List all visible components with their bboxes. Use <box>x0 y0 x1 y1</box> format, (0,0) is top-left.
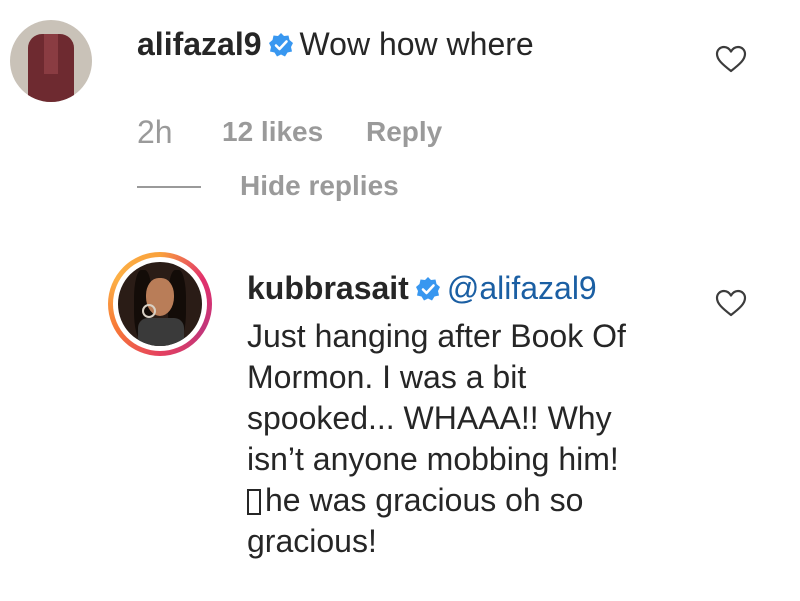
reply-line-text: he was gracious oh so <box>265 482 584 518</box>
heart-icon[interactable] <box>714 288 748 318</box>
replies-divider <box>137 186 201 188</box>
avatar-kubbrasait[interactable] <box>118 262 202 346</box>
avatar-alifazal9[interactable] <box>10 20 92 102</box>
comment-row: alifazal9 Wow how where <box>137 28 534 63</box>
verified-badge-icon <box>415 275 441 307</box>
reply-line: he was gracious oh so <box>247 480 767 521</box>
reply-header-row: kubbrasait @alifazal9 <box>247 272 597 307</box>
reply-line: gracious! <box>247 523 377 559</box>
missing-emoji-glyph-icon <box>247 489 261 515</box>
comment-text: Wow how where <box>299 26 534 62</box>
avatar-photo-top <box>138 318 184 346</box>
reply-line: spooked... WHAAA!! Why <box>247 400 612 436</box>
heart-icon[interactable] <box>714 44 748 74</box>
reply-button[interactable]: Reply <box>366 118 442 146</box>
avatar-photo-detail <box>44 34 58 74</box>
hide-replies-button[interactable]: Hide replies <box>240 172 399 200</box>
avatar-photo-earring <box>142 304 156 318</box>
reply-line: isn’t anyone mobbing him! <box>247 441 619 477</box>
reply-username[interactable]: kubbrasait <box>247 270 409 306</box>
comment-likes-link[interactable]: 12 likes <box>222 118 323 146</box>
reply-line: Just hanging after Book Of <box>247 318 626 354</box>
reply-text: Just hanging after Book Of Mormon. I was… <box>247 316 767 562</box>
comment-time: 2h <box>137 114 173 150</box>
reply-mention-link[interactable]: @alifazal9 <box>447 270 597 306</box>
verified-badge-icon <box>268 31 294 63</box>
comment-username[interactable]: alifazal9 <box>137 26 262 62</box>
reply-line: Mormon. I was a bit <box>247 359 527 395</box>
